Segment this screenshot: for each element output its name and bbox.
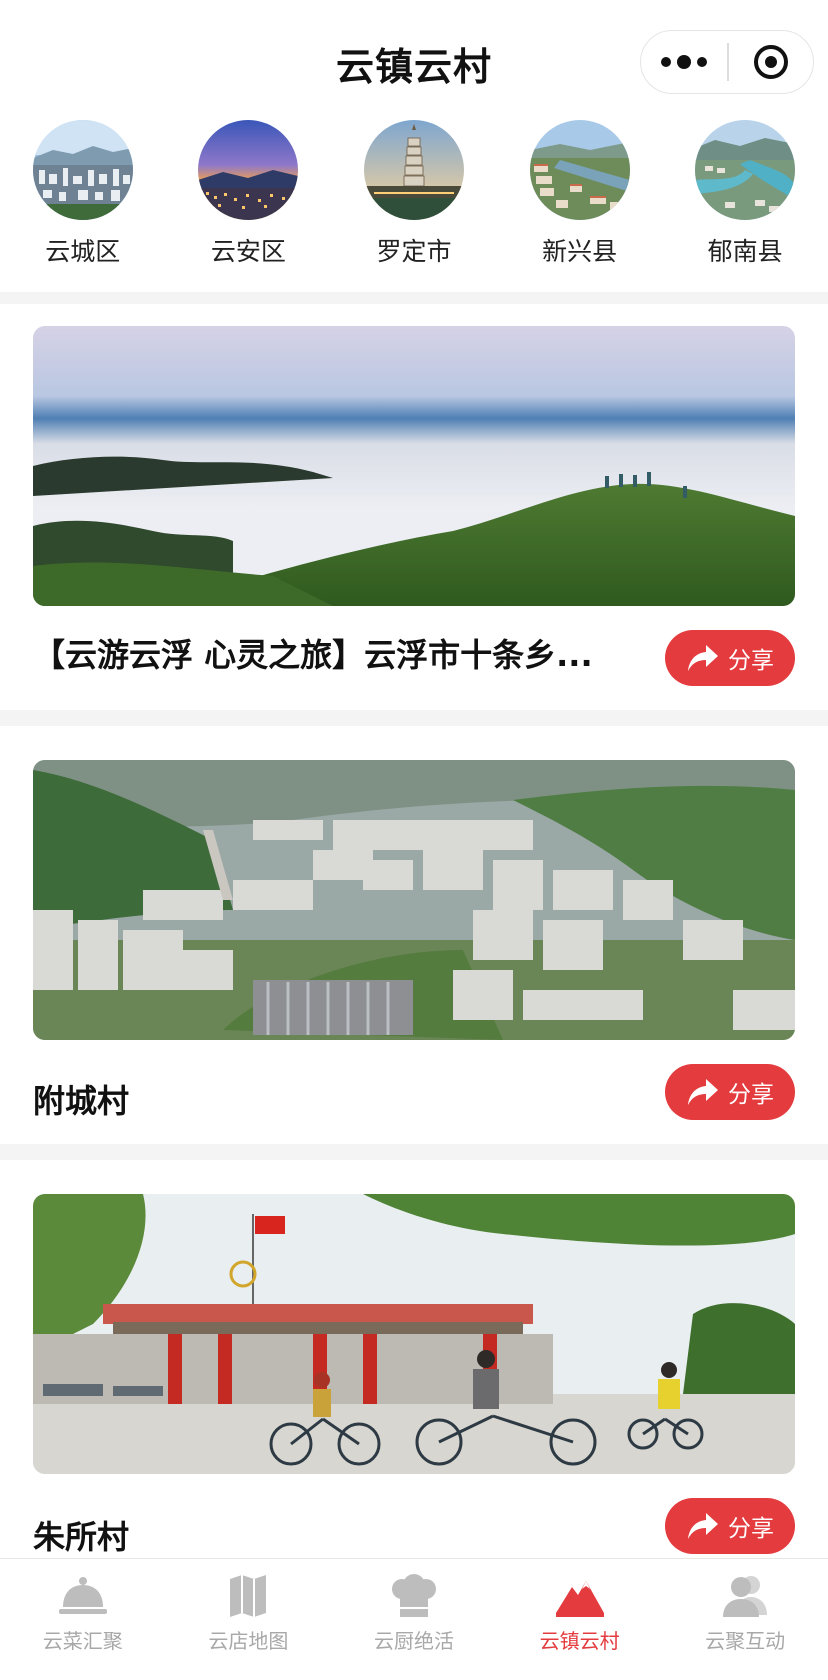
navigation-bar: 云镇云村 (0, 0, 828, 120)
share-arrow-icon (688, 1513, 718, 1539)
share-button[interactable]: 分享 (665, 630, 795, 686)
mountain-icon (555, 1581, 604, 1617)
share-arrow-icon (688, 1079, 718, 1105)
district-label: 新兴县 (542, 237, 618, 266)
tab-label: 云菜汇聚 (42, 1629, 123, 1653)
sea-of-clouds-photo (33, 326, 795, 606)
district-item-xinxing[interactable]: 新兴县 (497, 120, 663, 292)
card-title: 朱所村 (33, 1518, 130, 1556)
card-title: 【云游云浮 心灵之旅】云浮市十条乡... (33, 636, 593, 674)
tab-interaction[interactable]: 云聚互动 (662, 1559, 828, 1680)
sunset-town-photo (198, 120, 299, 220)
tab-store-map[interactable]: 云店地图 (166, 1559, 332, 1680)
tab-cuisine[interactable]: 云菜汇聚 (0, 1559, 166, 1680)
share-button[interactable]: 分享 (665, 1498, 795, 1554)
tab-label: 云店地图 (208, 1629, 289, 1653)
village-card[interactable]: 朱所村 分享 (0, 1160, 828, 1558)
tab-label: 云聚互动 (705, 1629, 786, 1653)
chef-hat-icon (391, 1574, 436, 1617)
district-label: 云安区 (210, 237, 286, 266)
district-label: 郁南县 (707, 237, 783, 266)
card-title: 附城村 (33, 1082, 130, 1120)
district-label: 罗定市 (376, 237, 452, 266)
section-divider (0, 292, 828, 304)
village-gate-bicycles-photo (33, 1194, 795, 1474)
share-label: 分享 (728, 1082, 774, 1108)
share-button[interactable]: 分享 (665, 1064, 795, 1120)
share-label: 分享 (728, 648, 774, 674)
map-icon (230, 1575, 267, 1617)
tab-towns-villages[interactable]: 云镇云村 (497, 1559, 663, 1680)
tab-label: 云厨绝活 (373, 1629, 454, 1653)
district-item-luoding[interactable]: 罗定市 (331, 120, 497, 292)
pagoda-photo (363, 120, 464, 220)
district-item-yuncheng[interactable]: 云城区 (0, 120, 166, 292)
section-divider (0, 710, 828, 726)
district-label: 云城区 (45, 237, 121, 266)
share-arrow-icon (688, 645, 718, 671)
district-list: 云城区 云安区 罗定市 新兴县 郁南县 (0, 120, 828, 292)
bottom-tab-bar: 云菜汇聚 云店地图 云厨绝活 云镇云村 云聚互动 (0, 1558, 828, 1680)
tab-label: 云镇云村 (539, 1629, 620, 1653)
users-icon (723, 1576, 768, 1617)
city-skyline-photo (32, 120, 133, 220)
river-bend-photo (695, 120, 796, 220)
share-label: 分享 (728, 1516, 774, 1542)
more-dots-icon[interactable] (641, 31, 727, 93)
cloche-icon (58, 1577, 107, 1614)
river-town-photo (529, 120, 630, 220)
village-aerial-photo (33, 760, 795, 1040)
target-circle-icon[interactable] (729, 31, 814, 93)
mini-program-capsule (640, 30, 814, 94)
village-card[interactable]: 附城村 分享 (0, 726, 828, 1144)
district-item-yunan[interactable]: 云安区 (166, 120, 332, 292)
district-item-yunan-county[interactable]: 郁南县 (662, 120, 828, 292)
village-card[interactable]: 【云游云浮 心灵之旅】云浮市十条乡... 分享 (0, 304, 828, 710)
tab-chef-skills[interactable]: 云厨绝活 (331, 1559, 497, 1680)
section-divider (0, 1144, 828, 1160)
